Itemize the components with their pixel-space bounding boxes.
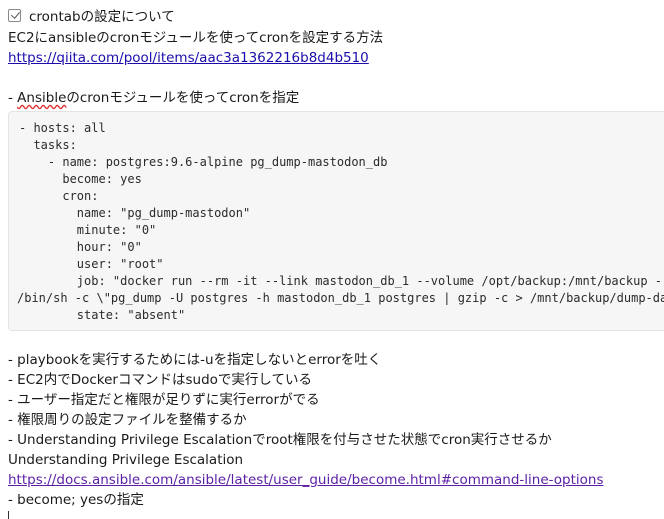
code-line: become: yes — [19, 172, 142, 186]
code-line: cron: — [19, 189, 99, 203]
note-heading: EC2にansibleのcronモジュールを使ってcronを設定する方法 — [8, 30, 384, 46]
section-prefix: - — [8, 90, 18, 106]
bullet-line: - playbookを実行するためには-uを指定しないとerrorを吐く — [8, 352, 382, 368]
code-line: job: "docker run --rm -it --link mastodo… — [19, 274, 664, 288]
text-caret — [8, 511, 9, 519]
last-line: - become; yesの指定 — [8, 492, 144, 508]
doc-title: Understanding Privilege Escalation — [8, 452, 244, 468]
todo-item: crontabの設定について — [8, 5, 175, 25]
section-text: のcronモジュールを使ってcronを指定 — [66, 90, 300, 106]
bullet-line: - Understanding Privilege Escalationでroo… — [8, 432, 552, 448]
checkbox-checked-icon[interactable] — [8, 8, 21, 22]
misspelled-word[interactable]: Ansible — [17, 90, 66, 106]
qiita-link[interactable]: https://qiita.com/pool/items/aac3a136221… — [8, 50, 369, 66]
note-editor[interactable]: crontabの設定について EC2にansibleのcronモジュールを使って… — [0, 0, 664, 519]
code-line: hour: "0" — [19, 240, 142, 254]
bullet-line: - EC2内でDockerコマンドはsudoで実行している — [8, 372, 312, 388]
section-line: - Ansibleのcronモジュールを使ってcronを指定 — [8, 88, 299, 108]
todo-title: crontabの設定について — [29, 9, 175, 25]
ansible-docs-link[interactable]: https://docs.ansible.com/ansible/latest/… — [8, 472, 603, 488]
bullet-line: - 権限周りの設定ファイルを整備するか — [8, 412, 247, 428]
code-line: minute: "0" — [19, 223, 157, 237]
code-line: tasks: — [19, 138, 77, 152]
code-line: /bin/sh -c \"pg_dump -U postgres -h mast… — [17, 291, 664, 305]
code-line: - hosts: all — [19, 121, 106, 135]
code-block[interactable]: - hosts: all tasks: - name: postgres:9.6… — [8, 111, 664, 331]
code-line: - name: postgres:9.6-alpine pg_dump-mast… — [19, 155, 388, 169]
code-line: user: "root" — [19, 257, 164, 271]
bullet-line: - ユーザー指定だと権限が足りずに実行errorがでる — [8, 392, 320, 408]
code-line: state: "absent" — [19, 308, 186, 322]
code-line: name: "pg_dump-mastodon" — [19, 206, 251, 220]
